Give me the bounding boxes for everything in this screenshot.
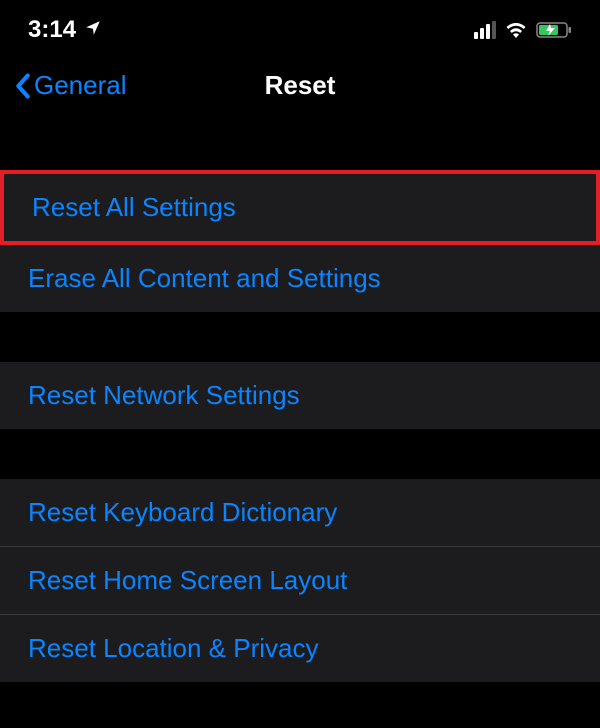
list-item-label: Reset Location & Privacy bbox=[28, 633, 318, 663]
page-title: Reset bbox=[265, 70, 336, 101]
list-item-label: Reset Network Settings bbox=[28, 380, 300, 410]
status-time: 3:14 bbox=[28, 16, 76, 44]
reset-network-settings[interactable]: Reset Network Settings bbox=[0, 362, 600, 429]
back-button[interactable]: General bbox=[14, 70, 127, 101]
battery-charging-icon bbox=[536, 21, 572, 39]
location-icon bbox=[84, 19, 102, 42]
wifi-icon bbox=[504, 21, 528, 39]
section-spacer bbox=[0, 429, 600, 479]
chevron-left-icon bbox=[14, 72, 32, 100]
reset-section-1: Reset All Settings Erase All Content and… bbox=[0, 170, 600, 312]
list-item-label: Reset Home Screen Layout bbox=[28, 565, 347, 595]
erase-all-content[interactable]: Erase All Content and Settings bbox=[0, 245, 600, 312]
reset-keyboard-dictionary[interactable]: Reset Keyboard Dictionary bbox=[0, 479, 600, 547]
back-label: General bbox=[34, 70, 127, 101]
reset-home-screen-layout[interactable]: Reset Home Screen Layout bbox=[0, 547, 600, 615]
nav-bar: General Reset bbox=[0, 56, 600, 116]
list-item-label: Reset Keyboard Dictionary bbox=[28, 497, 337, 527]
status-bar: 3:14 bbox=[0, 0, 600, 56]
list-item-label: Erase All Content and Settings bbox=[28, 263, 381, 293]
list-item-label: Reset All Settings bbox=[32, 192, 236, 222]
reset-location-privacy[interactable]: Reset Location & Privacy bbox=[0, 615, 600, 682]
reset-all-settings[interactable]: Reset All Settings bbox=[0, 170, 600, 245]
status-left: 3:14 bbox=[28, 16, 102, 44]
section-spacer bbox=[0, 116, 600, 170]
status-right bbox=[474, 21, 572, 39]
cellular-signal-icon bbox=[474, 21, 496, 39]
reset-section-2: Reset Network Settings bbox=[0, 362, 600, 429]
section-spacer bbox=[0, 312, 600, 362]
reset-section-3: Reset Keyboard Dictionary Reset Home Scr… bbox=[0, 479, 600, 682]
